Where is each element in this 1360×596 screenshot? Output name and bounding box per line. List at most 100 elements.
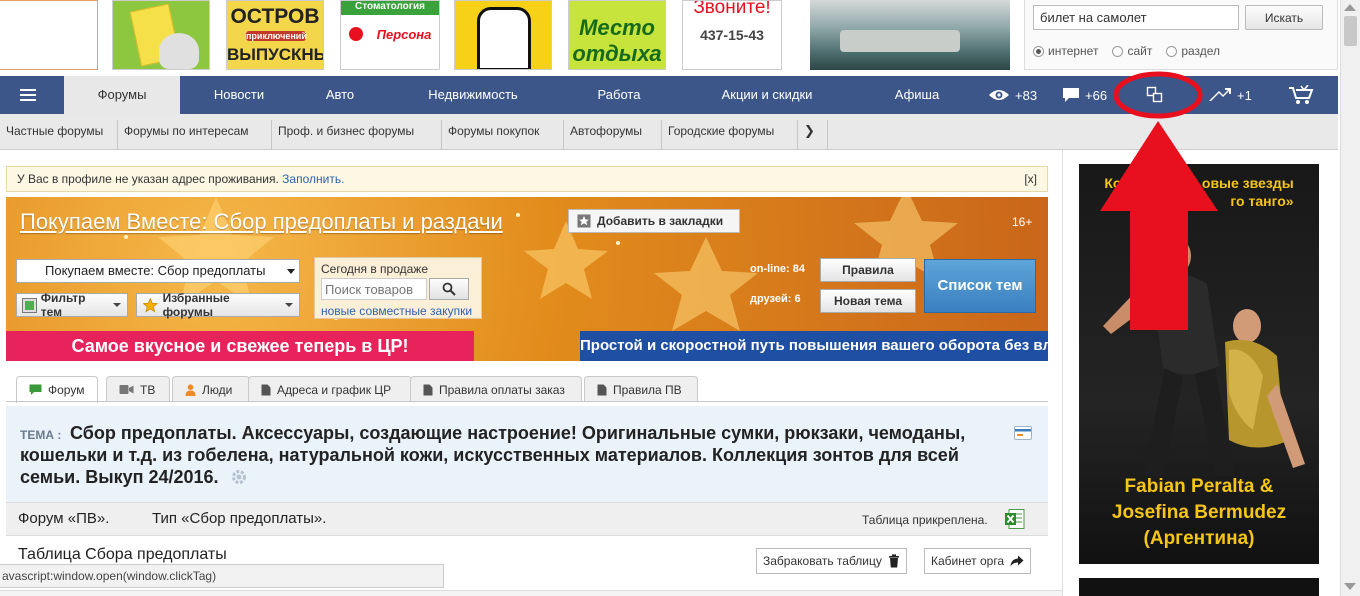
product-search-button[interactable]: [429, 278, 469, 300]
tab-payment-rules[interactable]: Правила оплаты заказ: [410, 376, 582, 402]
rules-button[interactable]: Правила: [820, 258, 916, 282]
organizer-cabinet-button[interactable]: Кабинет орга: [924, 548, 1032, 574]
main-nav: Форумы Новости Авто Недвижимость Работа …: [0, 76, 1338, 114]
nav-afisha[interactable]: Афиша: [880, 76, 954, 114]
ad-performers: Fabian Peralta & Josefina Bermudez (Арге…: [1111, 476, 1287, 549]
radio-icon[interactable]: [1033, 45, 1044, 57]
topic-list-button[interactable]: Список тем: [924, 259, 1036, 313]
scroll-thumb[interactable]: [1344, 16, 1357, 46]
tango-ad-banner[interactable]: Кон овые звезды го танго» Fabian Peralta …: [1079, 164, 1319, 564]
nav-news[interactable]: Новости: [196, 76, 282, 114]
search-scope-internet[interactable]: интернет: [1033, 44, 1098, 58]
cat-image: [159, 33, 199, 69]
notice-fill-link[interactable]: Заполнить.: [282, 172, 344, 186]
tab-people[interactable]: Люди: [172, 376, 250, 402]
comments-counter[interactable]: +66: [1062, 76, 1107, 114]
nav-forums[interactable]: Форумы: [64, 76, 180, 114]
comment-icon: [1063, 88, 1079, 102]
scrollbar[interactable]: [1340, 0, 1360, 596]
menu-icon[interactable]: [20, 89, 36, 101]
subnav-private[interactable]: Частные форумы: [0, 120, 118, 150]
cart-icon: [1289, 85, 1314, 104]
subnav-auto[interactable]: Автофорумы: [564, 120, 662, 150]
windows-button[interactable]: [1146, 76, 1164, 114]
banner-ad[interactable]: Стоматология Персона: [340, 0, 440, 70]
search-scope-site[interactable]: сайт: [1112, 44, 1152, 58]
search-button[interactable]: Искать: [1245, 5, 1323, 30]
tab-forum[interactable]: Форум: [16, 376, 98, 403]
topic-info-bar: Форум «ПВ». Тип «Сбор предоплаты». Табли…: [6, 502, 1048, 536]
add-bookmark-button[interactable]: Добавить в закладки: [568, 209, 740, 233]
banner-ad[interactable]: Звоните! 437-15-43: [682, 0, 782, 70]
product-search-input[interactable]: [321, 278, 427, 300]
banner-ad[interactable]: [0, 0, 98, 70]
ad-headline: Кон овые звезды го танго»: [1104, 175, 1294, 209]
tab-pv-rules[interactable]: Правила ПВ: [584, 376, 698, 402]
right-sidebar: Кон овые звезды го танго» Fabian Peralta …: [1062, 150, 1338, 596]
forum-select[interactable]: Покупаем вместе: Сбор предоплаты: [16, 259, 300, 283]
banner-text: отдыха: [572, 41, 662, 66]
hand-icon: [477, 7, 531, 69]
age-badge: 16+: [1012, 215, 1033, 229]
scroll-up-icon[interactable]: [1344, 4, 1356, 11]
search-scope: интернет сайт раздел: [1033, 44, 1220, 58]
search-input[interactable]: [1033, 5, 1239, 30]
subnav-purchases[interactable]: Форумы покупок: [442, 120, 564, 150]
excel-icon[interactable]: [1004, 508, 1026, 530]
share-arrow-icon: [1010, 555, 1024, 567]
joint-purchases-link[interactable]: новые совместные закупки: [321, 304, 472, 318]
nav-deals[interactable]: Акции и скидки: [706, 76, 828, 114]
views-counter[interactable]: +83: [988, 76, 1037, 114]
cart-button[interactable]: [1288, 76, 1314, 114]
gear-icon[interactable]: [230, 468, 248, 486]
person-icon: [185, 383, 196, 396]
promo-banner-right[interactable]: Простой и скоростной путь повышения ваше…: [580, 331, 1048, 361]
new-topic-button[interactable]: Новая тема: [820, 289, 916, 313]
favorite-forums-button[interactable]: Избранные форумы: [136, 291, 300, 319]
topic-type-label: Тип «Сбор предоплаты».: [152, 510, 327, 527]
second-ad-banner[interactable]: [1079, 578, 1319, 596]
eye-icon: [989, 90, 1009, 100]
forum-title-link[interactable]: Покупаем Вместе: Сбор предоплаты и разда…: [20, 209, 503, 235]
tab-addresses[interactable]: Адреса и график ЦР: [248, 376, 412, 402]
chevron-down-icon: [113, 303, 121, 307]
radio-icon[interactable]: [1166, 45, 1178, 57]
bookmark-star-icon: [577, 214, 591, 228]
topic-forum-label: Форум «ПВ».: [18, 510, 110, 527]
banner-ad[interactable]: ОСТРОВ приключений ВЫПУСКНЫЕ: [226, 0, 324, 70]
notice-text: У Вас в профиле не указан адрес проживан…: [17, 172, 279, 186]
boat-image: [840, 30, 960, 52]
windows-icon: [1146, 86, 1163, 103]
top-banner-strip: ОСТРОВ приключений ВЫПУСКНЫЕ Стоматологи…: [0, 0, 1020, 72]
banner-ad[interactable]: [454, 0, 552, 70]
karma-counter[interactable]: +1: [1208, 76, 1252, 114]
scroll-down-icon[interactable]: [1344, 583, 1356, 590]
topic-title: Сбор предоплаты. Аксессуары, создающие н…: [20, 423, 966, 487]
promo-banner-left[interactable]: Самое вкусное и свежее теперь в ЦР!: [6, 331, 474, 361]
banner-ad[interactable]: [810, 0, 1010, 70]
document-icon: [261, 384, 271, 395]
tab-tv[interactable]: ТВ: [106, 376, 170, 402]
notice-close-button[interactable]: [x]: [1024, 167, 1037, 191]
banner-text: 437-15-43: [700, 27, 764, 43]
search-icon: [442, 282, 456, 296]
nav-realty[interactable]: Недвижимость: [412, 76, 534, 114]
banner-text: приключений: [246, 31, 307, 41]
subnav-city[interactable]: Городские форумы: [662, 120, 798, 150]
banner-ad[interactable]: Место отдыха: [568, 0, 666, 70]
banner-text: ВЫПУСКНЫЕ: [227, 45, 323, 64]
forum-header: Покупаем Вместе: Сбор предоплаты и разда…: [6, 197, 1048, 361]
filter-topics-button[interactable]: Фильтр тем: [16, 291, 128, 319]
search-scope-section[interactable]: раздел: [1166, 44, 1220, 58]
nav-jobs[interactable]: Работа: [580, 76, 658, 114]
radio-icon[interactable]: [1112, 45, 1124, 57]
document-icon: [597, 384, 607, 395]
today-on-sale: Сегодня в продаже новые совместные закуп…: [314, 257, 482, 319]
banner-ad[interactable]: [112, 0, 210, 70]
subnav-more-icon[interactable]: ❯: [798, 120, 828, 150]
reject-table-button[interactable]: Забраковать таблицу: [756, 548, 907, 574]
tango-dancers-image: [1103, 237, 1305, 476]
nav-auto[interactable]: Авто: [310, 76, 370, 114]
subnav-interests[interactable]: Форумы по интересам: [118, 120, 272, 150]
subnav-business[interactable]: Проф. и бизнес форумы: [272, 120, 442, 150]
